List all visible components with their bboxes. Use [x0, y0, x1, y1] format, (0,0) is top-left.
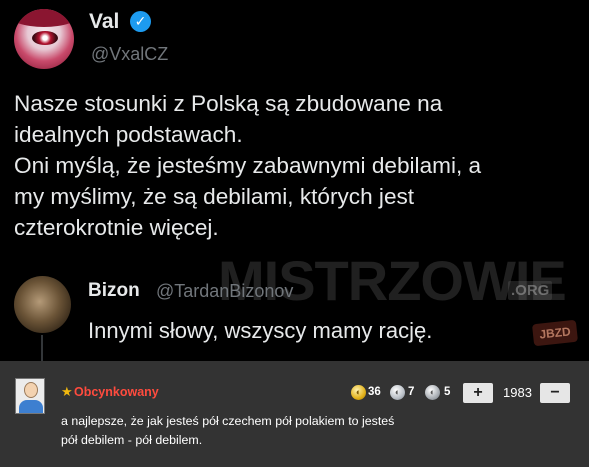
site-stamp-badge: JBZD [531, 319, 579, 347]
reply-thread-line [41, 335, 43, 361]
author-avatar [14, 9, 74, 69]
silver-coin-count: 7 [408, 386, 415, 398]
avatar-eye [32, 31, 58, 45]
rock-coin-icon[interactable]: ◐ [425, 385, 440, 400]
commenter-avatar[interactable] [15, 378, 45, 414]
tweet-text-line: Oni myślą, że jesteśmy zabawnymi debilam… [14, 153, 482, 178]
downvote-button[interactable]: − [540, 383, 570, 403]
avatar-body [19, 400, 43, 413]
upvote-button[interactable]: + [463, 383, 493, 403]
tweet-text-line: idealnych podstawach. [14, 122, 243, 147]
silver-coin-icon[interactable]: ◐ [390, 385, 405, 400]
tweet-text-line: Nasze stosunki z Polską są zbudowane na [14, 91, 443, 116]
reply-text: Innymi słowy, wszyscy mamy rację. [88, 318, 433, 343]
verified-badge-icon: ✓ [130, 11, 151, 32]
reply-author-handle: @TardanBizonov [156, 281, 294, 301]
reply-author-name: Bizon [88, 280, 140, 301]
tweet-text-line: czterokrotnie więcej. [14, 215, 219, 240]
gold-coin-count: 36 [368, 386, 381, 398]
star-icon: ★ [61, 384, 73, 399]
comment-text: a najlepsze, że jak jesteś pół czechem p… [61, 412, 461, 450]
gold-coin-icon[interactable]: ◐ [351, 385, 366, 400]
comment-score: 1983 [503, 385, 532, 400]
avatar-hair [14, 9, 74, 27]
reply-avatar [14, 276, 71, 333]
tweet-screenshot: Val ✓ @VxalCZ Nasze stosunki z Polską są… [0, 0, 589, 361]
rock-coin-count: 5 [444, 386, 451, 398]
tweet-author-name: Val [89, 10, 120, 33]
comment-item: ★ Obcynkowany ◐ 36 ◐ 7 ◐ 5 + 1983 − a na… [0, 361, 589, 467]
tweet-text: Nasze stosunki z Polską są zbudowane na … [14, 88, 584, 243]
avatar-head [24, 382, 38, 398]
tweet-author-handle: @VxalCZ [91, 44, 169, 64]
comment-text-line: pół debilem - pół debilem. [61, 433, 203, 447]
comment-text-line: a najlepsze, że jak jesteś pół czechem p… [61, 414, 395, 428]
commenter-username[interactable]: Obcynkowany [74, 385, 159, 399]
tweet-text-line: my myślimy, że są debilami, których jest [14, 184, 415, 209]
site-watermark-suffix: .ORG [508, 281, 553, 300]
